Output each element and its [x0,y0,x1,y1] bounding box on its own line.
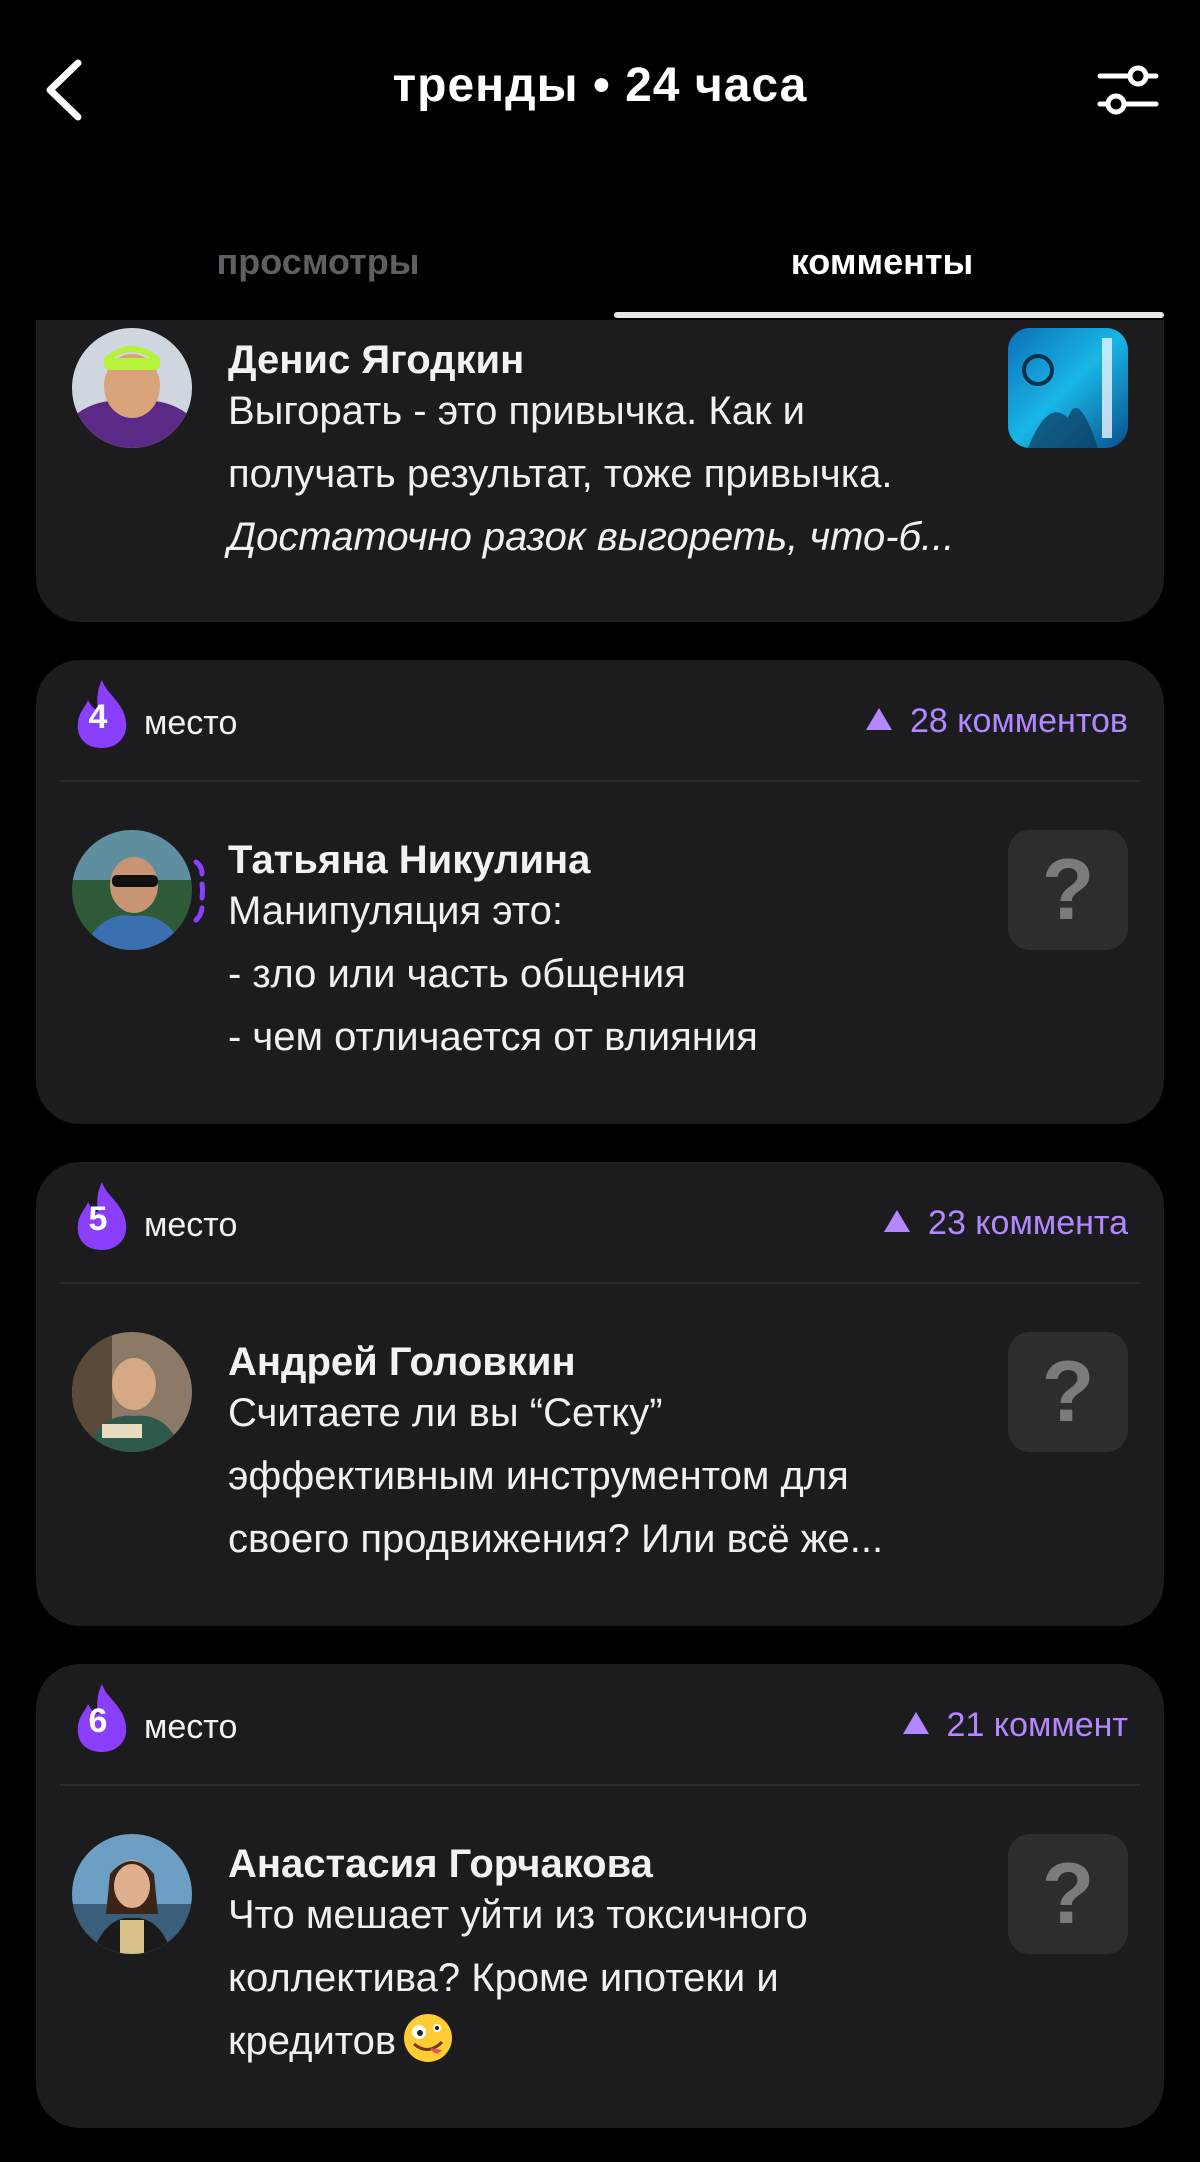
question-mark-icon: ? [1041,1344,1095,1440]
tab-bar: просмотры комменты [36,230,1164,320]
author-name[interactable]: Денис Ягодкин [228,338,524,383]
comment-line-text: кредитов [228,2019,397,2063]
rank-number: 5 [88,1200,108,1238]
author-name[interactable]: Андрей Головкин [228,1340,576,1385]
tab-views[interactable]: просмотры [36,230,600,320]
story-indicator-icon [193,859,205,923]
tab-comments[interactable]: комменты [600,230,1164,320]
trend-card[interactable]: 5 место 23 коммента Андрей Головкин Счит… [36,1162,1164,1626]
rank-label: место [144,704,238,742]
comment-line: - зло или часть общения [228,952,686,996]
comment-line: получать результат, тоже привычка. [228,452,893,496]
comment-line: Что мешает уйти из токсичного [228,1893,808,1937]
comment-count[interactable]: 23 коммента [884,1204,1128,1243]
comment-line: коллектива? Кроме ипотеки и [228,1956,779,2000]
divider [60,1784,1140,1786]
avatar[interactable] [72,830,192,950]
comment-line: Выгорать - это привычка. Как и [228,389,805,433]
triangle-up-icon [865,708,892,730]
rank-row: 4 место 28 комментов [36,660,1164,780]
comment-count[interactable]: 21 коммент [902,1706,1128,1745]
post-thumbnail[interactable]: ? [1008,1332,1128,1452]
comment-line: Достаточно разок выгореть, что-б... [228,515,955,559]
triangle-up-icon [902,1712,929,1734]
zany-face-emoji-icon [404,2014,453,2062]
rank-number: 4 [88,698,108,736]
comment-line: своего продвижения? Или всё же... [228,1517,884,1561]
post-thumbnail[interactable]: ? [1008,830,1128,950]
comment-line: - чем отличается от влияния [228,1015,758,1059]
active-tab-indicator [614,312,1164,318]
comment-text: Что мешает уйти из токсичного коллектива… [228,1884,1008,2073]
comment-text: Считаете ли вы “Сетку” эффективным инстр… [228,1382,1008,1571]
rank-label: место [144,1708,238,1746]
filter-button[interactable] [1096,62,1160,118]
post-thumbnail[interactable] [1008,328,1128,448]
comment-line: кредитов [228,2010,1008,2073]
comment-text: Выгорать - это привычка. Как и получать … [228,380,1008,569]
comment-count-label: 21 коммент [946,1706,1128,1744]
author-name[interactable]: Анастасия Горчакова [228,1842,653,1887]
comment-count[interactable]: 28 комментов [865,702,1128,741]
sliders-icon [1097,65,1159,115]
divider [60,1282,1140,1284]
post-thumbnail[interactable]: ? [1008,1834,1128,1954]
comment-line: эффективным инструментом для [228,1454,849,1498]
question-mark-icon: ? [1041,1846,1095,1942]
header: тренды • 24 часа [0,0,1200,190]
page-title: тренды • 24 часа [392,59,808,112]
comment-count-label: 23 коммента [928,1204,1128,1242]
rank-row: 5 место 23 коммента [36,1162,1164,1282]
avatar[interactable] [72,328,192,448]
divider [60,780,1140,782]
rank-row: 6 место 21 коммент [36,1664,1164,1784]
rank-label: место [144,1206,238,1244]
comment-line: Считаете ли вы “Сетку” [228,1391,663,1435]
author-name[interactable]: Татьяна Никулина [228,838,590,883]
comment-line: Манипуляция это: [228,889,564,933]
trend-card[interactable]: 4 место 28 комментов Татьяна Никулина Ма… [36,660,1164,1124]
question-mark-icon: ? [1041,842,1095,938]
avatar[interactable] [72,1332,192,1452]
triangle-up-icon [884,1210,911,1232]
avatar[interactable] [72,1834,192,1954]
comment-text: Манипуляция это: - зло или часть общения… [228,880,1008,1069]
rank-number: 6 [88,1702,108,1740]
trend-card[interactable]: 6 место 21 коммент Анастасия Горчакова Ч… [36,1664,1164,2128]
comment-count-label: 28 комментов [909,702,1128,740]
trend-card[interactable]: Денис Ягодкин Выгорать - это привычка. К… [36,320,1164,622]
